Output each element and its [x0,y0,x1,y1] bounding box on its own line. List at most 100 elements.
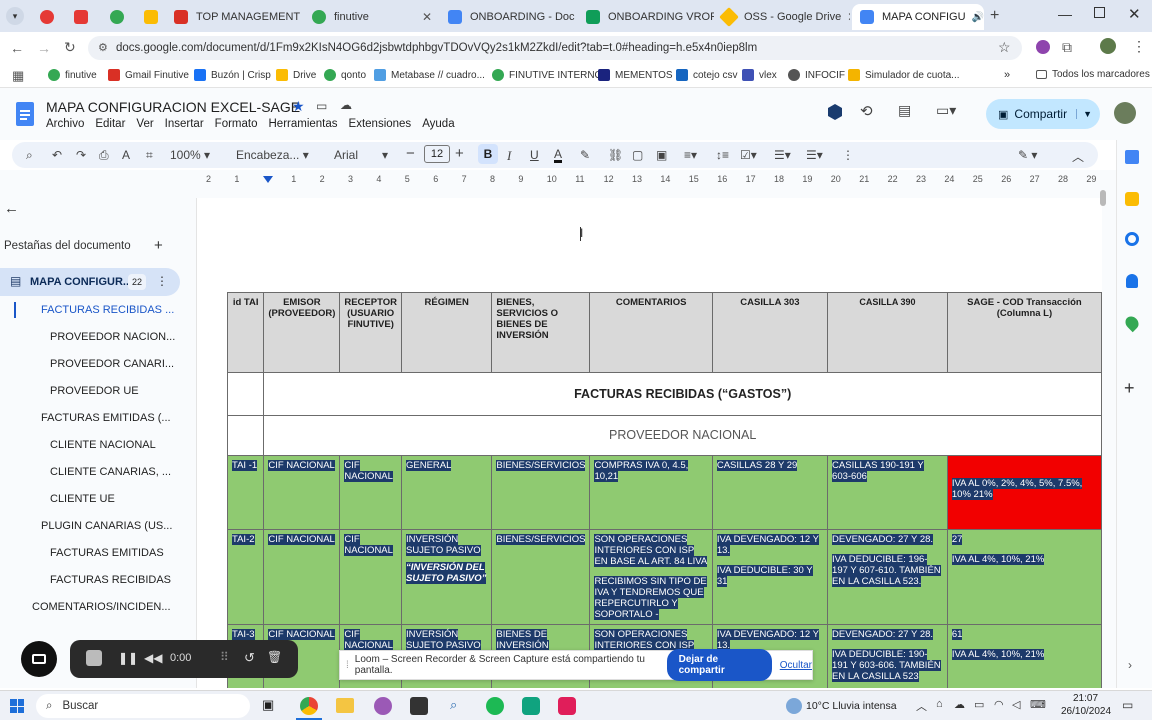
show-side-panel-icon[interactable]: › [1128,658,1132,672]
underline-button[interactable]: U [530,148,539,162]
meet-icon[interactable]: ▭▾ [936,102,956,119]
clock-time[interactable]: 21:07 [1073,693,1098,704]
gemini-icon[interactable] [828,104,842,120]
battery-icon[interactable]: ▭ [974,698,984,711]
text-color-button[interactable]: A [554,148,563,163]
app-icon[interactable] [410,697,428,715]
camera-toggle-button[interactable] [21,641,57,677]
tab-onboarding-vrof[interactable]: ONBOARDING VROF✕ [578,4,714,30]
close-icon[interactable]: ✕ [300,10,302,24]
outline-item[interactable]: FACTURAS RECIBIDAS [50,574,171,586]
task-view-icon[interactable]: ▣ [262,697,274,713]
forward-icon[interactable]: → [37,40,51,56]
browser-menu-icon[interactable]: ⋮ [1132,38,1146,55]
outline-item[interactable]: CLIENTE CANARIAS, ... [50,466,171,478]
undo-icon[interactable]: ↶ [52,148,62,162]
menu-insertar[interactable]: Insertar [165,118,204,130]
line-spacing-icon[interactable]: ↕≡ [716,148,729,162]
tasks-icon[interactable] [1125,232,1139,246]
sage-cell-red[interactable]: IVA AL 0%, 2%, 4%, 5%, 7.5%, 10% 21% [946,455,1102,530]
sidebar-tab-mapa[interactable]: ▤ MAPA CONFIGUR... 22 ⋮ [0,268,180,296]
rewind-icon[interactable]: ◀◀ [144,651,162,665]
bookmark-gmail[interactable]: Gmail Finutive [108,69,189,81]
wifi-icon[interactable]: ◠ [994,698,1004,711]
minimize-button[interactable]: — [1058,6,1072,22]
bookmark-simulador[interactable]: Simulador de cuota... [848,69,960,81]
add-comment-icon[interactable]: ▢ [632,148,643,162]
apps-grid-icon[interactable]: ▦ [12,68,24,84]
outline-item[interactable]: COMENTARIOS/INCIDEN... [32,601,171,613]
tab-options-icon[interactable]: ⋮ [156,274,168,288]
all-bookmarks[interactable]: Todos los marcadores [1036,69,1150,80]
tab-1[interactable] [32,4,62,30]
font-size-input[interactable]: 12 [424,145,450,163]
profile-avatar[interactable] [1100,38,1116,54]
more-options-icon[interactable]: ⋮ [842,148,854,162]
bookmark-finutive[interactable]: finutive [48,69,97,81]
style-select[interactable]: Encabeza... ▾ [236,148,309,162]
keep-icon[interactable] [1125,192,1139,206]
link-icon[interactable]: ⛓ [608,148,623,162]
tab-top-management[interactable]: TOP MANAGEMENT✕ [166,4,302,30]
site-info-icon[interactable]: ⚙ [98,41,108,54]
print-icon[interactable]: ⎙ [99,148,109,163]
share-dropdown-icon[interactable]: ▼ [1076,109,1092,119]
close-icon[interactable]: ✕ [416,10,432,24]
collapse-menus-icon[interactable]: ︿ [1072,148,1084,165]
bold-button[interactable]: B [478,144,498,164]
bulleted-list-icon[interactable]: ☰▾ [774,148,791,162]
font-select[interactable]: Arial [334,148,358,162]
outline-item[interactable]: PROVEEDOR UE [50,385,139,397]
italic-button[interactable]: I [507,148,511,164]
chrome-icon[interactable] [300,697,318,715]
new-tab-button[interactable]: + [990,7,999,25]
get-addons-icon[interactable]: + [1124,378,1135,399]
back-arrow-icon[interactable]: ← [4,200,19,217]
tab-mapa-configuracion[interactable]: MAPA CONFIGU🔊✕ [852,4,984,30]
search-menus-icon[interactable]: ⌕ [26,148,33,163]
outline-item[interactable]: CLIENTE UE [50,493,115,505]
bookmark-star-icon[interactable]: ☆ [998,39,1011,56]
insert-image-icon[interactable]: ▣ [656,148,667,162]
close-icon[interactable]: ✕ [841,10,850,24]
maps-icon[interactable] [1122,313,1142,333]
star-icon[interactable]: ★ [292,98,305,115]
restart-icon[interactable]: ↺ [244,650,255,666]
history-icon[interactable]: ⟲ [860,102,873,120]
outline-item[interactable]: PROVEEDOR CANARI... [50,358,174,370]
slack-icon[interactable] [558,697,576,715]
vertical-scrollbar[interactable] [1100,190,1106,206]
bookmark-cotejo[interactable]: cotejo csv [676,69,737,81]
contacts-icon[interactable] [1126,274,1138,288]
file-explorer-icon[interactable] [336,698,354,713]
align-icon[interactable]: ≡▾ [684,148,697,162]
search-app-icon[interactable]: ⌕ [450,697,457,713]
windows-start-icon[interactable] [10,699,24,713]
extensions-puzzle-icon[interactable]: ⧉ [1062,39,1072,56]
font-dropdown-icon[interactable]: ▾ [382,148,388,162]
comments-icon[interactable]: ▤ [898,102,911,119]
app-icon[interactable] [522,697,540,715]
extension-icon[interactable] [1036,40,1050,54]
paint-format-icon[interactable]: ⌗ [146,148,153,163]
reload-icon[interactable]: ↻ [64,39,76,56]
section-title[interactable]: FACTURAS RECIBIDAS (“GASTOS”) [263,372,1102,416]
menu-herramientas[interactable]: Herramientas [269,118,338,130]
tab-oss-drive[interactable]: OSS - Google Drive✕ [714,4,850,30]
tab-2[interactable] [66,4,98,30]
spellcheck-icon[interactable]: A [122,148,130,162]
outline-item[interactable]: CLIENTE NACIONAL [50,439,156,451]
spotify-icon[interactable] [486,697,504,715]
drag-handle-icon[interactable]: ⠿ [220,650,229,664]
tab-search-button[interactable]: ▾ [6,7,24,25]
tab-onboarding-doc[interactable]: ONBOARDING - Doc✕ [440,4,576,30]
bookmark-crisp[interactable]: Buzón | Crisp [194,69,271,81]
address-bar[interactable]: ⚙ docs.google.com/document/d/1Fm9x2KIsN4… [88,36,1022,60]
numbered-list-icon[interactable]: ☰▾ [806,148,823,162]
subsection-title[interactable]: PROVEEDOR NACIONAL [263,415,1102,456]
outline-item[interactable]: PLUGIN CANARIAS (US... [41,520,172,532]
outline-item[interactable]: FACTURAS EMITIDAS (... [41,412,171,424]
bookmark-mementos[interactable]: MEMENTOS [598,69,673,81]
onedrive-icon[interactable]: ☁ [954,698,965,711]
decrease-font-button[interactable]: − [406,145,415,162]
